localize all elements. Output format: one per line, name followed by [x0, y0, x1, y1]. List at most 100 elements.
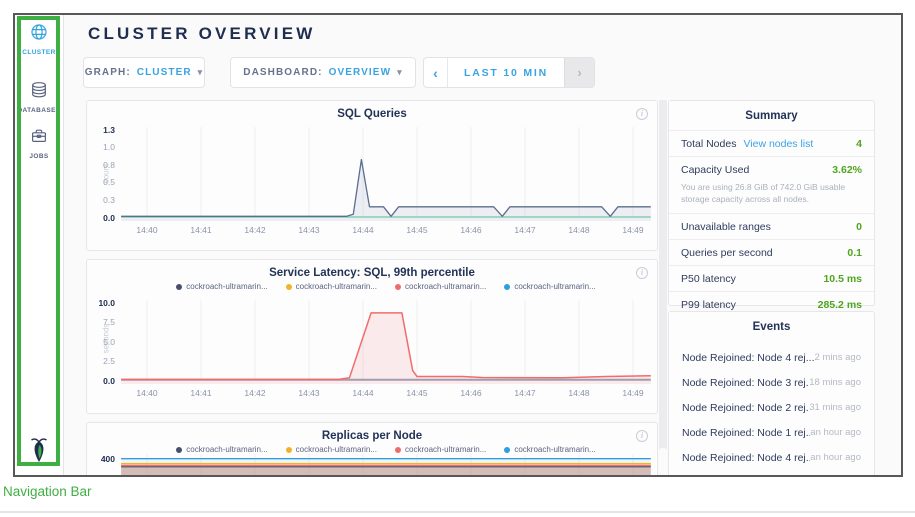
y-axis-tick: 0.8 [103, 160, 115, 170]
summary-value: 10.5 ms [823, 273, 862, 285]
summary-row-unavailable-ranges: Unavailable ranges 0 [669, 213, 874, 239]
x-axis: 14:4014:4114:4214:4314:4414:4514:4614:47… [121, 388, 651, 400]
graph-dropdown[interactable]: GRAPH: CLUSTER ▾ [83, 57, 205, 88]
divider [0, 511, 915, 513]
cockroachdb-logo[interactable] [15, 435, 63, 468]
legend-dot [395, 284, 401, 290]
sql-queries-panel: SQL Queries i count 1.31.00.80.50.30.0 1… [86, 100, 658, 251]
y-axis: 400 [87, 453, 115, 477]
summary-value: 0 [856, 221, 862, 233]
legend-dot [176, 284, 182, 290]
event-row[interactable]: Node Rejoined: Node 3 rej... 18 mins ago [669, 370, 874, 395]
chevron-down-icon: ▾ [198, 67, 204, 78]
y-axis-tick: 0.0 [103, 213, 115, 223]
y-axis-tick: 7.5 [103, 317, 115, 327]
info-icon[interactable]: i [636, 430, 648, 442]
x-axis-tick: 14:41 [190, 225, 211, 235]
time-range-label[interactable]: LAST 10 MIN [448, 58, 564, 87]
x-axis-tick: 14:40 [136, 388, 157, 398]
legend-dot [176, 447, 182, 453]
graph-dropdown-value: CLUSTER [137, 67, 192, 78]
service-latency-panel: Service Latency: SQL, 99th percentile i … [86, 259, 658, 414]
dashboard-dropdown-value: OVERVIEW [329, 67, 392, 78]
summary-value: 3.62% [832, 164, 862, 176]
y-axis-tick: 5.0 [103, 337, 115, 347]
replicas-per-node-panel: Replicas per Node i cockroach-ultramarin… [86, 422, 658, 477]
graph-dropdown-label: GRAPH: [85, 67, 131, 78]
replicas-per-node-chart [121, 453, 651, 477]
x-axis-tick: 14:45 [406, 225, 427, 235]
summary-title: Summary [669, 101, 874, 130]
time-range-prev-button[interactable]: ‹ [424, 58, 448, 87]
chevron-down-icon: ▾ [397, 67, 403, 78]
chart-title: Replicas per Node [87, 430, 657, 442]
sidebar-item-cluster[interactable]: CLUSTER [15, 23, 63, 56]
info-icon[interactable]: i [636, 267, 648, 279]
sidebar-item-label: JOBS [15, 153, 63, 160]
info-icon[interactable]: i [636, 108, 648, 120]
legend-dot [286, 284, 292, 290]
time-range-selector: ‹ LAST 10 MIN › [423, 57, 595, 88]
events-panel: Events Node Rejoined: Node 4 rej... 2 mi… [668, 311, 875, 477]
screenshot-stage: CLUSTER DATABASES [0, 0, 915, 517]
cockroachdb-admin-window: CLUSTER DATABASES [13, 13, 903, 477]
legend-item: cockroach-ultramarin... [286, 282, 377, 291]
x-axis-tick: 14:43 [298, 388, 319, 398]
legend-item: cockroach-ultramarin... [176, 282, 267, 291]
page-title: CLUSTER OVERVIEW [88, 24, 316, 44]
x-axis-tick: 14:44 [352, 225, 373, 235]
y-axis-tick: 400 [101, 454, 115, 464]
y-axis-tick: 1.3 [103, 125, 115, 135]
annotation-caption: Navigation Bar [3, 484, 92, 499]
chart-title: Service Latency: SQL, 99th percentile [87, 267, 657, 279]
sql-queries-chart [121, 125, 651, 221]
y-axis-tick: 0.3 [103, 195, 115, 205]
x-axis-tick: 14:48 [568, 388, 589, 398]
y-axis-tick: 2.5 [103, 356, 115, 366]
scrollbar-thumb[interactable] [659, 448, 667, 476]
navigation-sidebar: CLUSTER DATABASES [15, 15, 64, 475]
legend-item: cockroach-ultramarin... [395, 282, 486, 291]
event-row[interactable]: Node Rejoined: Node 4 rej... 2 mins ago [669, 345, 874, 370]
event-row[interactable]: Node Rejoined: Node 4 rej... an hour ago [669, 445, 874, 470]
y-axis-tick: 10.0 [98, 298, 115, 308]
sidebar-item-label: CLUSTER [15, 49, 63, 56]
x-axis-tick: 14:46 [460, 388, 481, 398]
event-row[interactable]: Node Rejoined: Node 2 rej... 31 mins ago [669, 395, 874, 420]
legend-dot [286, 447, 292, 453]
summary-panel: Summary Total Nodes View nodes list 4 Ca… [668, 100, 875, 306]
globe-icon [30, 23, 48, 41]
y-axis-tick: 0.5 [103, 177, 115, 187]
sidebar-item-label: DATABASES [15, 107, 63, 114]
database-icon [30, 81, 48, 99]
x-axis-tick: 14:44 [352, 388, 373, 398]
dashboard-dropdown-label: DASHBOARD: [243, 67, 322, 78]
x-axis-tick: 14:46 [460, 225, 481, 235]
legend-dot [504, 284, 510, 290]
summary-row-queries-per-second: Queries per second 0.1 [669, 239, 874, 265]
x-axis-tick: 14:43 [298, 225, 319, 235]
view-nodes-list-link[interactable]: View nodes list [743, 138, 813, 150]
y-axis: 1.31.00.80.50.30.0 [87, 125, 115, 221]
sidebar-item-jobs[interactable]: JOBS [15, 127, 63, 160]
sidebar-item-databases[interactable]: DATABASES [15, 81, 63, 114]
cockroach-bug-icon [27, 435, 51, 463]
legend-dot [395, 447, 401, 453]
time-range-next-button-disabled: › [564, 58, 594, 87]
summary-value: 4 [856, 138, 862, 150]
x-axis-tick: 14:45 [406, 388, 427, 398]
x-axis-tick: 14:47 [514, 225, 535, 235]
x-axis-tick: 14:42 [244, 388, 265, 398]
x-axis-tick: 14:42 [244, 225, 265, 235]
event-row[interactable]: Node Rejoined: Node 1 rej... an hour ago [669, 420, 874, 445]
legend-dot [504, 447, 510, 453]
summary-row-total-nodes: Total Nodes View nodes list 4 [669, 130, 874, 156]
dashboard-dropdown[interactable]: DASHBOARD: OVERVIEW ▾ [230, 57, 416, 88]
x-axis: 14:4014:4114:4214:4314:4414:4514:4614:47… [121, 225, 651, 237]
summary-value: 285.2 ms [818, 299, 862, 311]
briefcase-icon [30, 127, 48, 145]
chart-legend: cockroach-ultramarin... cockroach-ultram… [121, 282, 651, 291]
x-axis-tick: 14:41 [190, 388, 211, 398]
service-latency-chart [121, 298, 651, 384]
scrollbar-track[interactable] [659, 100, 667, 476]
